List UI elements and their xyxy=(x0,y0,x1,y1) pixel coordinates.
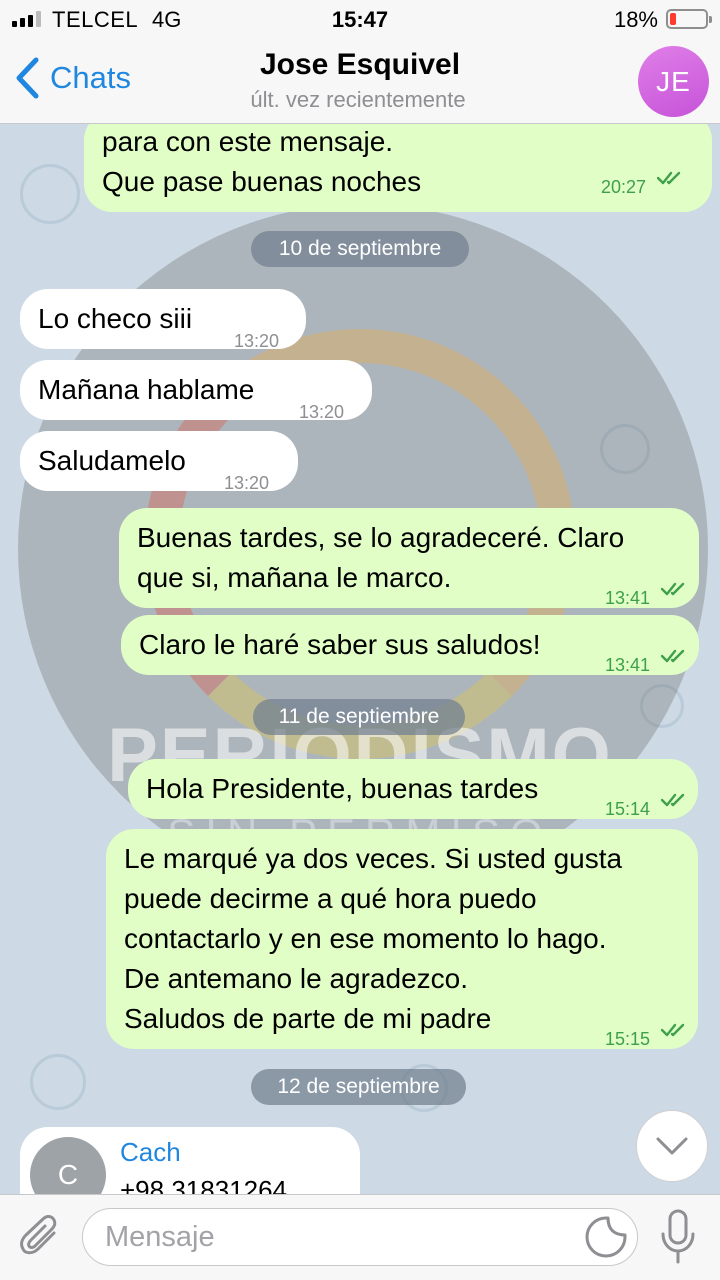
outgoing-message[interactable]: Hola Presidente, buenas tardes 15:14 xyxy=(128,759,698,819)
composer-bar xyxy=(0,1194,720,1280)
message-text-line: para con este mensaje. xyxy=(102,126,394,157)
date-separator: 11 de septiembre xyxy=(253,699,465,735)
last-seen-status: últ. vez recientemente xyxy=(250,87,466,112)
message-text-line: Le marqué ya dos veces. Si usted gusta xyxy=(124,843,623,874)
date-separator: 12 de septiembre xyxy=(251,1069,466,1105)
message-text-line: Hola Presidente, buenas tardes xyxy=(146,773,539,804)
message-time: 13:20 xyxy=(224,473,270,493)
message-text-line: Buenas tardes, se lo agradeceré. Claro xyxy=(137,522,625,553)
outgoing-message[interactable]: para con este mensaje. Que pase buenas no… xyxy=(84,124,712,212)
incoming-message[interactable]: Mañana hablame 13:20 xyxy=(20,360,372,422)
chevron-down-icon xyxy=(656,1137,688,1155)
contact-name[interactable]: Jose Esquivel xyxy=(0,48,720,82)
shared-contact-avatar: C xyxy=(30,1137,106,1194)
message-input[interactable] xyxy=(82,1208,638,1266)
message-text-line: De antemano le agradezco. xyxy=(124,963,468,994)
double-check-icon xyxy=(661,649,685,663)
message-time: 15:14 xyxy=(605,799,651,819)
message-text-line: contactarlo y en ese momento lo hago. xyxy=(124,923,607,954)
status-clock: 15:47 xyxy=(331,7,389,32)
incoming-message[interactable]: Saludamelo 13:20 xyxy=(20,431,298,493)
contact-avatar[interactable]: JE xyxy=(638,46,709,117)
sticker-icon[interactable] xyxy=(584,1215,628,1259)
date-separator: 10 de septiembre xyxy=(251,231,469,267)
message-time: 13:20 xyxy=(299,402,345,422)
background-doodle xyxy=(30,1054,86,1110)
status-bar: TELCEL 4G 15:47 18% xyxy=(0,0,720,40)
shared-contact-phone: +98 31831264 xyxy=(120,1175,288,1194)
message-text-line: puede decirme a qué hora puedo xyxy=(124,883,537,914)
message-text-line: Saludos de parte de mi padre xyxy=(124,1003,492,1034)
shared-contact-name[interactable]: Cach xyxy=(120,1137,181,1168)
chat-header: Chats Jose Esquivel últ. vez recientemen… xyxy=(0,40,720,124)
incoming-message[interactable]: Lo checo siii 13:20 xyxy=(20,289,306,351)
message-time: 15:15 xyxy=(605,1029,651,1049)
outgoing-message[interactable]: Buenas tardes, se lo agradeceré. Claro qu… xyxy=(119,508,699,608)
background-doodle xyxy=(600,424,650,474)
battery-percent: 18% xyxy=(613,7,658,32)
message-list[interactable]: PERIODISMO SIN PERMISO para con este men… xyxy=(0,124,720,1194)
background-doodle xyxy=(640,684,684,728)
message-time: 13:41 xyxy=(605,588,651,608)
message-time: 20:27 xyxy=(601,177,647,197)
message-text-line: que si, mañana le marco. xyxy=(137,562,452,593)
double-check-icon xyxy=(657,171,681,185)
paperclip-icon[interactable] xyxy=(18,1213,64,1259)
double-check-icon xyxy=(661,793,685,807)
shared-contact-card[interactable]: C Cach +98 31831264 xyxy=(20,1127,360,1194)
microphone-icon[interactable] xyxy=(658,1208,698,1266)
scroll-to-bottom-button[interactable] xyxy=(636,1110,708,1182)
double-check-icon xyxy=(661,1023,685,1037)
background-doodle xyxy=(20,164,80,224)
double-check-icon xyxy=(661,582,685,596)
battery-icon xyxy=(666,9,712,29)
message-time: 13:41 xyxy=(605,655,651,675)
message-time: 13:20 xyxy=(234,331,280,351)
outgoing-message[interactable]: Le marqué ya dos veces. Si usted gusta pu… xyxy=(106,829,698,1049)
message-text-line: Claro le haré saber sus saludos! xyxy=(139,629,541,660)
outgoing-message[interactable]: Claro le haré saber sus saludos! 13:41 xyxy=(121,615,699,675)
